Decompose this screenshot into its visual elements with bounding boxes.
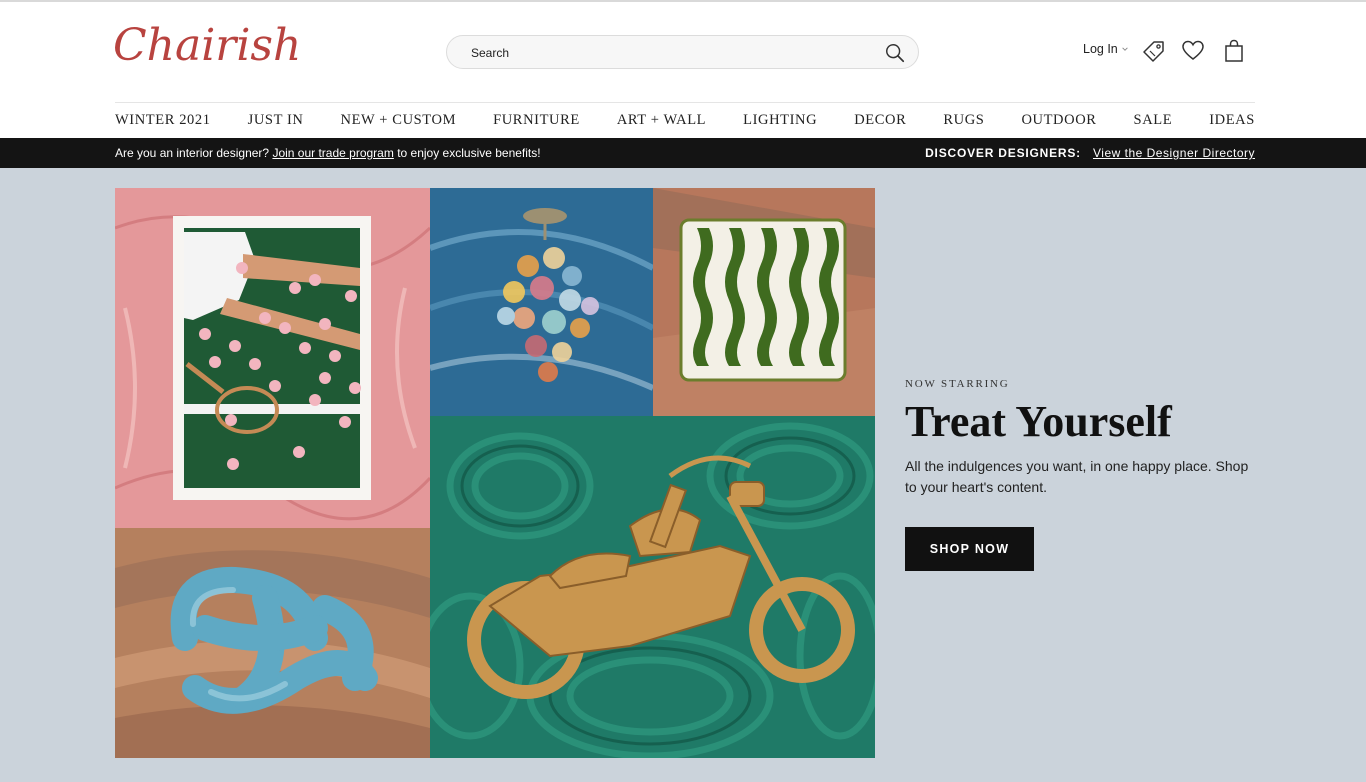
nav-item-rugs[interactable]: RUGS <box>943 112 984 129</box>
nav-item-ideas[interactable]: IDEAS <box>1209 112 1255 129</box>
hero-eyebrow: NOW STARRING <box>905 378 1010 390</box>
discover-label: DISCOVER DESIGNERS: <box>925 146 1081 160</box>
nav-item-sale[interactable]: SALE <box>1134 112 1173 129</box>
trade-message: Are you an interior designer? Join our t… <box>115 146 541 160</box>
tennis-art-image <box>115 188 430 528</box>
designer-directory-link[interactable]: View the Designer Directory <box>1093 146 1255 160</box>
discover-designers: DISCOVER DESIGNERS: View the Designer Di… <box>925 146 1255 160</box>
site-header: Chairish Log In <box>0 2 1366 102</box>
chevron-down-icon <box>1122 47 1128 51</box>
tag-icon[interactable] <box>1141 38 1167 64</box>
hero-title: Treat Yourself <box>905 397 1172 446</box>
hero-subtitle: All the indulgences you want, in one hap… <box>905 458 1249 495</box>
nav-item-just-in[interactable]: JUST IN <box>248 112 304 129</box>
wicker-motorcycle-image <box>430 416 875 758</box>
trade-banner: Are you an interior designer? Join our t… <box>0 138 1366 168</box>
hero-text-block: NOW STARRING Treat Yourself All the indu… <box>905 378 1265 571</box>
login-button[interactable]: Log In <box>1083 42 1129 56</box>
chairish-logo[interactable]: Chairish <box>113 16 301 76</box>
search-icon[interactable] <box>884 42 906 64</box>
nav-item-outdoor[interactable]: OUTDOOR <box>1021 112 1096 129</box>
search-input[interactable] <box>471 44 871 62</box>
hero-collage[interactable] <box>115 188 875 758</box>
nav-item-winter-2021[interactable]: WINTER 2021 <box>115 112 211 129</box>
main-nav: WINTER 2021 JUST IN NEW + CUSTOM FURNITU… <box>115 102 1255 138</box>
trade-program-link[interactable]: Join our trade program <box>272 146 393 160</box>
nav-item-lighting[interactable]: LIGHTING <box>743 112 817 129</box>
trade-prefix: Are you an interior designer? <box>115 146 270 160</box>
glass-chandelier-image <box>430 188 653 416</box>
hero-banner: NOW STARRING Treat Yourself All the indu… <box>0 168 1366 782</box>
trade-suffix: to enjoy exclusive benefits! <box>397 146 541 160</box>
nav-item-decor[interactable]: DECOR <box>854 112 906 129</box>
shopping-bag-icon[interactable] <box>1221 38 1247 64</box>
heart-icon[interactable] <box>1180 38 1206 64</box>
search-bar[interactable] <box>446 35 919 69</box>
wavy-pillow-image <box>653 188 875 416</box>
blue-knot-sculpture-image <box>115 528 430 758</box>
login-label: Log In <box>1083 42 1118 56</box>
shop-now-button[interactable]: SHOP NOW <box>905 527 1034 571</box>
nav-item-art-wall[interactable]: ART + WALL <box>617 112 706 129</box>
nav-item-new-custom[interactable]: NEW + CUSTOM <box>341 112 457 129</box>
nav-item-furniture[interactable]: FURNITURE <box>493 112 580 129</box>
